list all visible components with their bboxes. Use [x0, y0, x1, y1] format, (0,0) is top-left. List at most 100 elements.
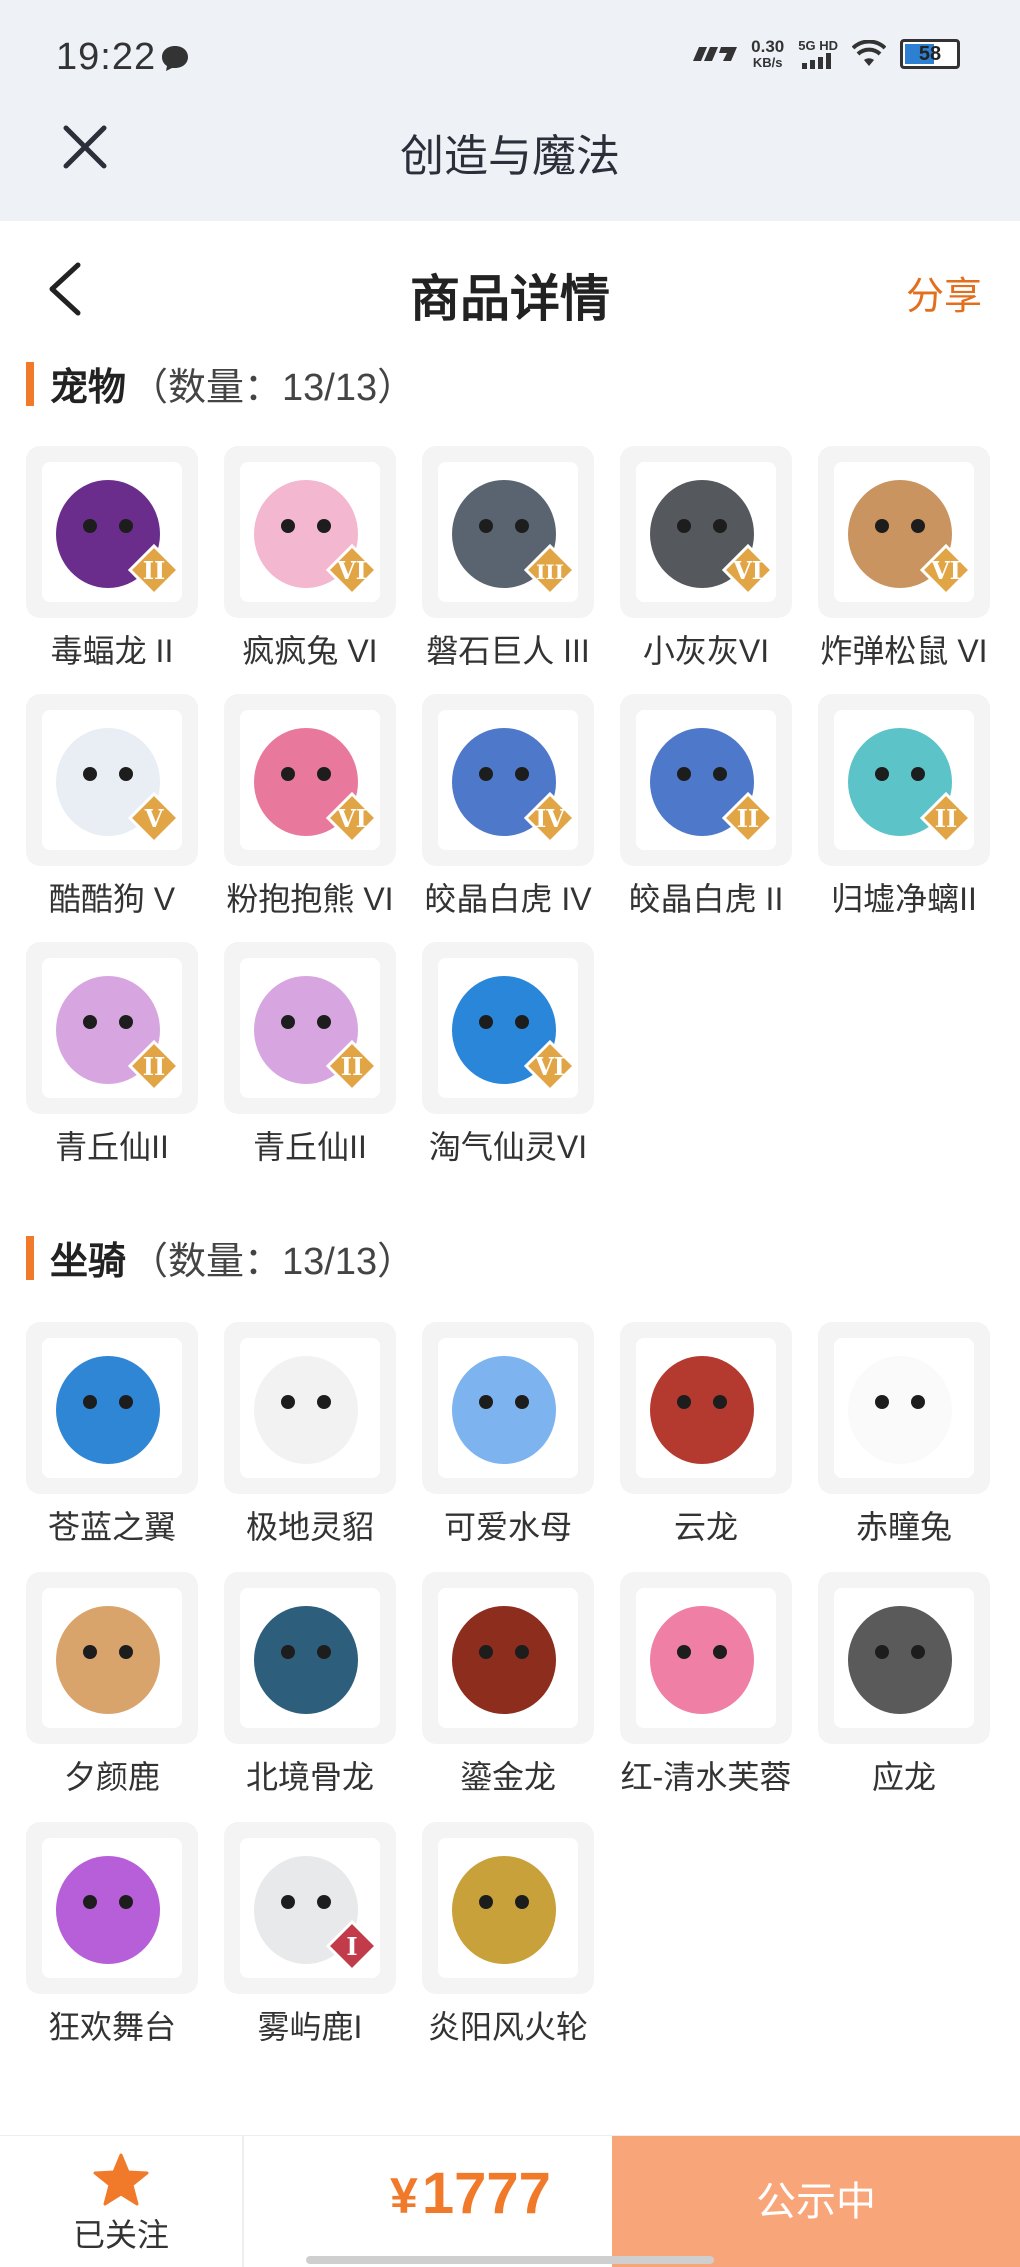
- mount-portrait-icon: [42, 1588, 182, 1728]
- mount-item[interactable]: 红-清水芙蓉: [620, 1572, 792, 1800]
- mount-item[interactable]: 苍蓝之翼: [26, 1322, 198, 1550]
- mount-item[interactable]: 狂欢舞台: [26, 1822, 198, 2050]
- mount-thumbnail: [224, 1322, 396, 1494]
- home-indicator[interactable]: [306, 2256, 714, 2264]
- star-icon: [93, 2153, 149, 2206]
- mount-name: 云龙: [673, 1509, 738, 1545]
- pets-section-name: 宠物: [50, 367, 127, 409]
- pet-name: 粉抱抱熊 VI: [226, 881, 394, 917]
- cellular: 5G HD: [798, 39, 838, 69]
- mounts-section-name: 坐骑: [50, 1241, 127, 1283]
- battery-level: 58: [918, 43, 942, 65]
- tier-badge-text: VI: [336, 804, 367, 833]
- pet-portrait-icon: VI: [636, 462, 776, 602]
- pet-name: 小灰灰VI: [642, 633, 770, 669]
- pet-portrait-icon: III: [438, 462, 578, 602]
- pet-thumbnail: VI: [818, 446, 990, 618]
- pet-name: 酷酷狗 V: [48, 881, 176, 917]
- mount-name: 狂欢舞台: [47, 2009, 176, 2045]
- pet-thumbnail: II: [224, 942, 396, 1114]
- mounts-section-title: 坐骑 （数量：13/13）: [26, 1230, 415, 1285]
- mount-item[interactable]: 可爱水母: [422, 1322, 594, 1550]
- pet-thumbnail: II: [26, 446, 198, 618]
- mount-portrait-icon: [42, 1338, 182, 1478]
- network-label: 5G HD: [798, 38, 838, 53]
- follow-button[interactable]: 已关注: [0, 2136, 244, 2267]
- net-speed-unit: KB/s: [752, 55, 783, 70]
- net-speed: 0.30 KB/s: [751, 38, 784, 70]
- publicity-status-button[interactable]: 公示中: [612, 2136, 1020, 2267]
- net-speed-value: 0.30: [751, 37, 785, 56]
- pet-item[interactable]: VI 淘气仙灵VI: [422, 942, 594, 1170]
- mount-item[interactable]: 北境骨龙: [224, 1572, 396, 1800]
- pet-portrait-icon: II: [240, 958, 380, 1098]
- mount-name: 夕颜鹿: [63, 1759, 160, 1795]
- pet-portrait-icon: VI: [438, 958, 578, 1098]
- mount-item[interactable]: 炎阳风火轮: [422, 1822, 594, 2050]
- mount-item[interactable]: 云龙: [620, 1322, 792, 1550]
- mount-item[interactable]: 夕颜鹿: [26, 1572, 198, 1800]
- pet-item[interactable]: II 青丘仙II: [26, 942, 198, 1170]
- tier-badge-text: VI: [534, 1052, 565, 1081]
- pet-item[interactable]: VI 小灰灰VI: [620, 446, 792, 674]
- pet-portrait-icon: II: [834, 710, 974, 850]
- page-header: 商品详情 分享: [0, 221, 1020, 351]
- pet-name: 淘气仙灵VI: [428, 1129, 588, 1165]
- mount-portrait-icon: [636, 1588, 776, 1728]
- tier-badge-text: IV: [535, 804, 565, 833]
- mount-item[interactable]: 鎏金龙: [422, 1572, 594, 1800]
- mount-name: 炎阳风火轮: [427, 2009, 588, 2045]
- mount-item[interactable]: I 雾屿鹿I: [224, 1822, 396, 2050]
- share-button[interactable]: 分享: [906, 265, 982, 320]
- tier-badge-text: II: [935, 804, 957, 833]
- pets-section-title: 宠物 （数量：13/13）: [26, 356, 415, 411]
- pet-item[interactable]: II 毒蝠龙 II: [26, 446, 198, 674]
- mount-item[interactable]: 极地灵貂: [224, 1322, 396, 1550]
- mount-thumbnail: [224, 1572, 396, 1744]
- mount-portrait-icon: [240, 1588, 380, 1728]
- pet-item[interactable]: II 归墟净螭II: [818, 694, 990, 922]
- mount-name: 应龙: [871, 1759, 936, 1795]
- mount-portrait-icon: [42, 1838, 182, 1978]
- pet-item[interactable]: VI 炸弹松鼠 VI: [818, 446, 990, 674]
- app-title: 创造与魔法: [400, 132, 620, 181]
- pet-thumbnail: II: [26, 942, 198, 1114]
- top-bar: 19:22 0.30 KB/s 5G HD 58 创造与魔法: [0, 0, 1020, 221]
- mount-name: 红-清水芙蓉: [620, 1759, 792, 1795]
- price: ¥1777: [390, 2160, 551, 2227]
- mount-thumbnail: [620, 1572, 792, 1744]
- pet-item[interactable]: VI 粉抱抱熊 VI: [224, 694, 396, 922]
- mount-item[interactable]: 赤瞳兔: [818, 1322, 990, 1550]
- tier-badge-text: II: [143, 1052, 165, 1081]
- mount-name: 极地灵貂: [245, 1509, 374, 1545]
- mount-thumbnail: [422, 1322, 594, 1494]
- pet-portrait-icon: VI: [240, 462, 380, 602]
- status-time: 19:22: [56, 36, 157, 78]
- pet-item[interactable]: V 酷酷狗 V: [26, 694, 198, 922]
- mount-name: 雾屿鹿I: [257, 2009, 363, 2045]
- mount-portrait-icon: [636, 1338, 776, 1478]
- pet-thumbnail: VI: [224, 446, 396, 618]
- mount-item[interactable]: 应龙: [818, 1572, 990, 1800]
- pet-portrait-icon: VI: [240, 710, 380, 850]
- mounts-section-count: （数量：13/13）: [130, 1241, 416, 1283]
- mount-thumbnail: [26, 1322, 198, 1494]
- pet-item[interactable]: VI 疯疯兔 VI: [224, 446, 396, 674]
- pet-portrait-icon: II: [636, 710, 776, 850]
- tier-badge-text: III: [536, 560, 564, 584]
- pet-name: 磐石巨人 III: [426, 633, 590, 669]
- tier-badge-text: VI: [336, 556, 367, 585]
- mount-name: 北境骨龙: [245, 1759, 374, 1795]
- bottom-bar: 已关注 ¥1777 公示中: [0, 2135, 1020, 2267]
- tier-badge-text: I: [346, 1932, 357, 1961]
- pets-grid: II 毒蝠龙 II VI 疯疯兔 VI III 磐石巨人 III VI 小灰灰VI VI 炸弹松鼠…: [26, 446, 996, 1170]
- pet-item[interactable]: IV 皎晶白虎 IV: [422, 694, 594, 922]
- pet-item[interactable]: III 磐石巨人 III: [422, 446, 594, 674]
- section-accent-bar: [26, 1235, 34, 1280]
- battery-indicator: 58: [900, 39, 960, 69]
- tier-badge-text: II: [341, 1052, 363, 1081]
- mount-name: 赤瞳兔: [855, 1509, 952, 1545]
- pet-name: 青丘仙II: [55, 1129, 169, 1165]
- pet-item[interactable]: II 皎晶白虎 II: [620, 694, 792, 922]
- pet-item[interactable]: II 青丘仙II: [224, 942, 396, 1170]
